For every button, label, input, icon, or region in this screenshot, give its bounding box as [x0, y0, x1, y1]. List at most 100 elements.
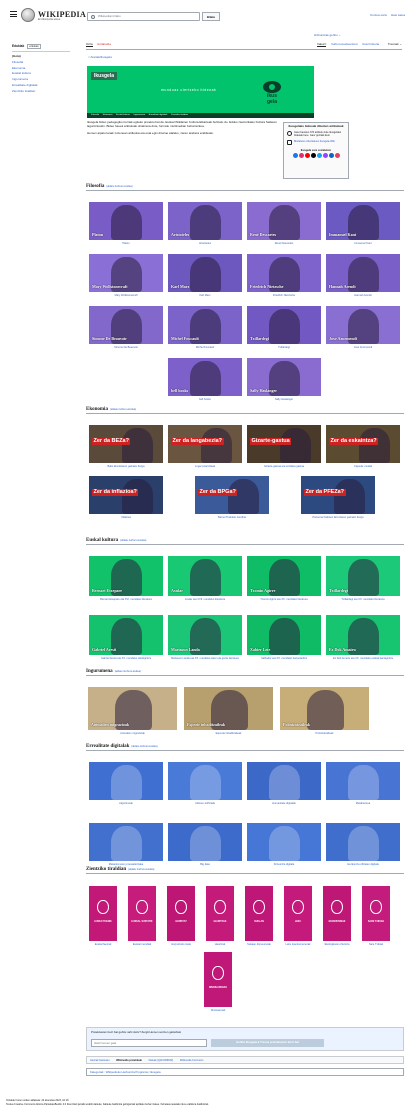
video-caption[interactable]: Humanitate digitalak — [247, 802, 321, 805]
edit-link[interactable]: (aldatu iturburu-kodea) — [120, 539, 146, 542]
video-card[interactable]: Hezkuntza ofizialen digitala — [326, 823, 400, 870]
video-caption[interactable]: Lugar piramideak — [168, 465, 242, 468]
video-thumbnail[interactable]: Axular — [168, 556, 242, 596]
video-card[interactable]: Ez Dok Amairu Ez Dok Amairu eta XX. mende… — [326, 615, 400, 664]
video-card[interactable]: Simone De Beauvoir Simone De Beauvoir — [89, 306, 163, 353]
tab-orria[interactable]: Orria — [86, 42, 93, 47]
video-card[interactable]: Kirtsuntza digitala — [247, 823, 321, 870]
video-thumbnail[interactable]: Zer da eskaintza? — [326, 425, 400, 463]
breadcrumb[interactable]: < Atariak/Ikusgela — [88, 55, 112, 60]
edit-link[interactable]: (aldatu iturburu-kodea) — [128, 868, 154, 871]
tab-irakurri[interactable]: Irakurri — [316, 42, 327, 47]
video-caption[interactable]: Pertsona Fisikoen Errentaren gaineko Zer… — [301, 516, 375, 519]
video-card[interactable]: bell hooks bell hooks — [168, 358, 242, 405]
video-thumbnail[interactable] — [247, 762, 321, 800]
meta-link-1[interactable]: Jauziak hasieratu — [90, 1059, 109, 1062]
banner-nav-filosofia[interactable]: Filosofia — [91, 114, 99, 116]
video-thumbnail[interactable]: Zer da inflazioa? — [89, 476, 163, 514]
video-thumbnail[interactable] — [326, 823, 400, 861]
video-caption[interactable]: Xalbador eta XX. mendeko bertsolaritza — [247, 657, 321, 660]
categories-links[interactable]: Kategoriak : Wikipedioko Hezkuntza Progr… — [90, 1070, 161, 1074]
video-caption[interactable]: Animalien migrazioak — [88, 732, 177, 735]
video-caption[interactable]: Metabertsoa — [326, 802, 400, 805]
social-icon-5[interactable] — [322, 153, 328, 159]
wikipedia-globe-logo[interactable] — [21, 8, 35, 22]
video-thumbnail[interactable]: Aristoteles — [168, 202, 242, 240]
video-thumbnail[interactable]: LEKU — [284, 886, 312, 941]
video-thumbnail[interactable]: Gizarte-gastua — [247, 425, 321, 463]
video-caption[interactable]: Joxe Azurmendi — [326, 346, 400, 349]
video-thumbnail[interactable]: Txomin Agirre — [247, 556, 321, 596]
login-link[interactable]: Hasi saioa — [391, 13, 405, 17]
toc-item-ekonomia[interactable]: Ekonomia — [12, 66, 70, 71]
video-caption[interactable]: Kirtsuntza digitala — [247, 863, 321, 866]
video-card[interactable]: Algoritmoak — [89, 762, 163, 809]
video-card[interactable]: Zer da BEZa? Balio Erantsiaren gaineko Ze… — [89, 425, 163, 471]
video-caption[interactable]: Big data — [168, 863, 242, 866]
video-card[interactable]: DINOSAURIOAK Dinosauroak — [204, 952, 232, 1015]
toc-item-errealitate-digitalak[interactable]: Errealitate digitalak — [12, 84, 70, 88]
video-thumbnail[interactable]: Mary Wollstonecraft — [89, 254, 163, 292]
video-caption[interactable]: bell hooks — [168, 398, 242, 401]
video-card[interactable]: Zer da langabezia? Lugar piramideak — [168, 425, 242, 471]
video-thumbnail[interactable]: Espezie inbaditzaileak — [184, 687, 273, 730]
video-caption[interactable]: Immanuel Kant — [326, 242, 400, 245]
video-card[interactable]: Friedrich Nietzsche Friedrich Nietzsche — [247, 254, 321, 301]
video-card[interactable]: EKOSISTEMAK Ekologikaren Zientzia — [323, 886, 351, 949]
video-caption[interactable]: Simone De Beauvoir — [89, 346, 163, 349]
video-card[interactable]: Hannah Arendt Hannah Arendt — [326, 254, 400, 301]
banner-nav-euskal[interactable]: Euskal kultura — [116, 114, 130, 116]
meta-link-2[interactable]: Wikimedia proiektuak — [116, 1059, 142, 1062]
tab-iturburu-kodea[interactable]: Iturburu-kodea ikusi — [331, 42, 357, 46]
edit-link[interactable]: (aldatu iturburu-kodea) — [115, 670, 141, 673]
video-caption[interactable]: Gorputzeko rieak — [167, 943, 195, 946]
video-card[interactable]: Mariasun Landa Mariasun Landa eta XX. men… — [168, 615, 242, 664]
social-icon-0[interactable] — [292, 153, 298, 159]
video-thumbnail[interactable]: Txillardegi — [326, 556, 400, 596]
video-caption[interactable]: Platon — [89, 242, 163, 245]
video-thumbnail[interactable]: Zer da BPGa? — [195, 476, 269, 514]
video-card[interactable]: Big data — [168, 823, 242, 870]
video-thumbnail[interactable]: Animalien migrazioak — [88, 687, 177, 730]
video-card[interactable]: Txomin Agirre Txomin Agirre eta XX. mende… — [247, 556, 321, 605]
video-thumbnail[interactable] — [89, 762, 163, 800]
video-card[interactable]: Bernart Etxepare Bernart Etxepare eta XVI… — [89, 556, 163, 605]
video-caption[interactable]: Euskal mendiak — [128, 943, 156, 946]
banner-nav-errealitate[interactable]: Errealitate digitalak — [149, 114, 168, 116]
video-card[interactable]: Michel Foucault Michel Foucault — [168, 306, 242, 353]
video-caption[interactable]: Axular eta XVII. mendeko literatura — [168, 598, 242, 601]
proposal-submit-button[interactable]: Gehitu Ikusgela-k Tresna proiektuaren be… — [211, 1039, 324, 1047]
video-thumbnail[interactable]: Zer da langabezia? — [168, 425, 242, 463]
video-thumbnail[interactable]: Platon — [89, 202, 163, 240]
video-card[interactable]: Zer da PFEZa? Pertsona Fisikoen Errentare… — [301, 476, 375, 522]
video-caption[interactable]: Capsule modak — [326, 465, 400, 468]
video-thumbnail[interactable] — [168, 823, 242, 861]
video-thumbnail[interactable]: HAURTZAK — [206, 886, 234, 941]
video-card[interactable]: Immanuel Kant Immanuel Kant — [326, 202, 400, 249]
video-caption[interactable]: Aristoteles — [168, 242, 242, 245]
video-caption[interactable]: Adimen artifiziala — [168, 802, 242, 805]
video-caption[interactable]: René Descartes — [247, 242, 321, 245]
video-caption[interactable]: Mekanismoen pmesaderizaka — [89, 863, 163, 866]
video-card[interactable]: Mekanismoen pmesaderizaka — [89, 823, 163, 870]
video-caption[interactable]: Leku iraunkumenerak — [284, 943, 312, 946]
video-card[interactable]: Sally Haslanger Sally Haslanger — [247, 358, 321, 405]
tab-eztabaida[interactable]: Eztabaida — [98, 42, 111, 46]
video-thumbnail[interactable]: Polinizatzaileak — [280, 687, 369, 730]
video-caption[interactable]: Friedrich Nietzsche — [247, 294, 321, 297]
video-thumbnail[interactable]: GORPUTZ — [167, 886, 195, 941]
video-caption[interactable]: Barne Produktu Gordina — [195, 516, 269, 519]
video-card[interactable]: Zer da eskaintza? Capsule modak — [326, 425, 400, 471]
video-card[interactable]: Humanitate digitalak — [247, 762, 321, 809]
video-caption[interactable]: Gabriel Aresti eta XX. mendeko olerkigin… — [89, 657, 163, 660]
video-caption[interactable]: Bernart Etxepare eta XVI. mendeko litera… — [89, 598, 163, 601]
video-thumbnail[interactable]: DINOSAURIOAK — [204, 952, 232, 1007]
meta-link-3[interactable]: Datuak (Q110096630) — [149, 1059, 174, 1062]
video-card[interactable]: EUSKO TEKNIK Euskal faerrak — [89, 886, 117, 949]
video-card[interactable]: René Descartes René Descartes — [247, 202, 321, 249]
video-caption[interactable]: Sukaan dipneumoak — [245, 943, 273, 946]
social-icon-1[interactable] — [298, 153, 304, 159]
video-card[interactable]: LEKU Leku iraunkumenerak — [284, 886, 312, 949]
video-thumbnail[interactable]: SARE TXIKIAK — [362, 886, 390, 941]
video-card[interactable]: Animalien migrazioak Animalien migrazioak — [88, 687, 177, 735]
